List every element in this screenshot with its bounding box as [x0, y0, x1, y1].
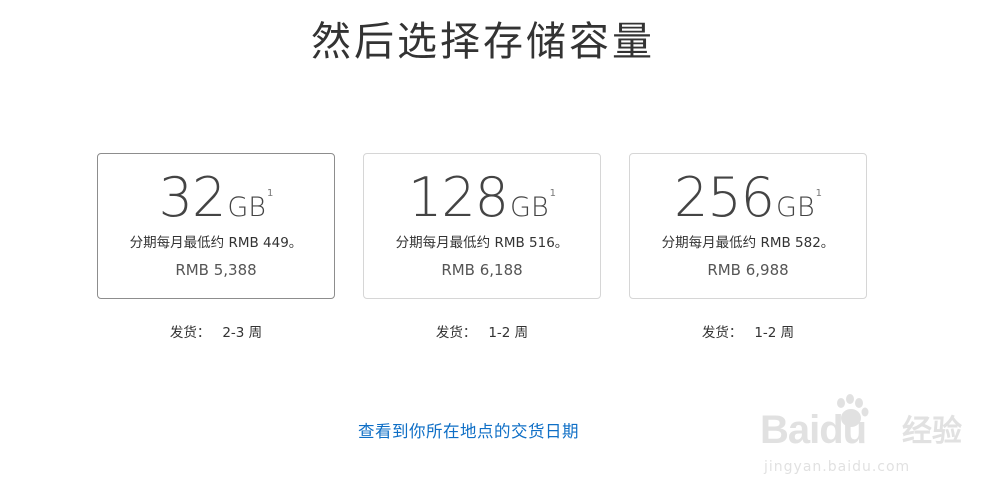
installment-text: 分期每月最低约 RMB 449。	[129, 235, 303, 251]
capacity-number: 32	[158, 166, 227, 229]
delivery-date-link[interactable]: 查看到你所在地点的交货日期	[358, 420, 579, 444]
capacity-number: 256	[673, 166, 775, 229]
shipping-info-256gb: 发货： 1-2 周	[629, 323, 867, 343]
watermark-brand-prefix: Bai	[760, 408, 820, 452]
capacity: 32GB1	[98, 168, 334, 228]
shipping-info-32gb: 发货： 2-3 周	[97, 323, 335, 343]
shipping-label: 发货：	[169, 325, 211, 341]
shipping-value: 2-3 周	[222, 325, 263, 341]
shipping-label: 发货：	[435, 325, 477, 341]
shipping-value: 1-2 周	[488, 325, 529, 341]
capacity-number: 128	[407, 166, 509, 229]
shipping-label: 发货：	[701, 325, 743, 341]
capacity-unit: GB	[776, 192, 815, 223]
paw-icon	[837, 394, 869, 427]
price: RMB 5,388	[175, 261, 257, 279]
installment-text: 分期每月最低约 RMB 516。	[395, 235, 569, 251]
storage-option-32gb[interactable]: 32GB1 分期每月最低约 RMB 449。 RMB 5,388	[97, 153, 335, 299]
watermark-url: jingyan.baidu.com	[764, 459, 911, 475]
footnote-marker: 1	[815, 187, 823, 199]
capacity-unit: GB	[510, 192, 549, 223]
capacity: 128GB1	[364, 168, 600, 228]
storage-option-256gb[interactable]: 256GB1 分期每月最低约 RMB 582。 RMB 6,988	[629, 153, 867, 299]
shipping-value: 1-2 周	[754, 325, 795, 341]
capacity-unit: GB	[227, 192, 266, 223]
watermark-brand-cn: 经验	[902, 414, 962, 449]
baidu-jingyan-watermark: Baidu 经验 jingyan.baidu.com	[760, 394, 980, 486]
shipping-info-128gb: 发货： 1-2 周	[363, 323, 601, 343]
storage-option-128gb[interactable]: 128GB1 分期每月最低约 RMB 516。 RMB 6,188	[363, 153, 601, 299]
capacity: 256GB1	[630, 168, 866, 228]
footnote-marker: 1	[266, 187, 274, 199]
price: RMB 6,988	[707, 261, 789, 279]
page-title: 然后选择存储容量	[311, 19, 655, 65]
price: RMB 6,188	[441, 261, 523, 279]
footnote-marker: 1	[549, 187, 557, 199]
installment-text: 分期每月最低约 RMB 582。	[661, 235, 835, 251]
